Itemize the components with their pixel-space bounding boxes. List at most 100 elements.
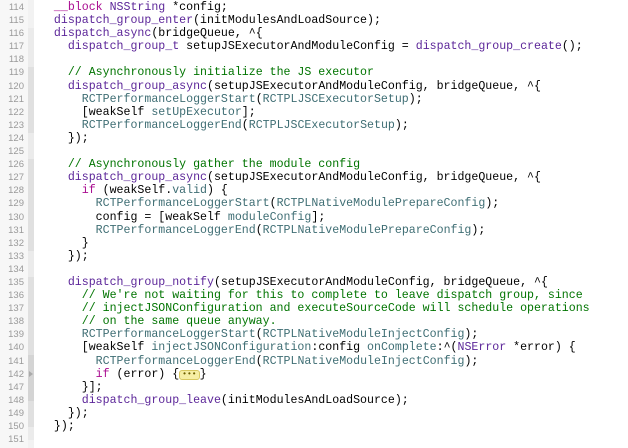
code-line[interactable]: 130 config = [weakSelf moduleConfig]; [0, 211, 628, 224]
code-token: :^( [436, 341, 458, 355]
code-line[interactable]: 131 RCTPerformanceLoggerEnd(RCTPLNativeM… [0, 224, 628, 237]
system-symbol-token: dispatch_group_create [415, 40, 562, 54]
project-symbol-token: RCTPLNativeModulePrepareConfig [276, 197, 486, 211]
code-line[interactable]: 118 [0, 53, 628, 66]
code-token: }); [40, 249, 89, 263]
code-text: RCTPerformanceLoggerStart(RCTPLNativeMod… [40, 328, 479, 342]
code-line[interactable]: 134 [0, 263, 628, 276]
code-token: ( [255, 223, 263, 237]
code-line[interactable]: 123 RCTPerformanceLoggerEnd(RCTPLJSCExec… [0, 119, 628, 132]
code-line[interactable]: 115 dispatch_group_enter(initModulesAndL… [0, 14, 628, 27]
unfold-arrow-icon[interactable] [29, 370, 33, 377]
line-number: 150 [8, 421, 24, 432]
code-line[interactable]: 141 RCTPerformanceLoggerEnd(RCTPLNativeM… [0, 355, 628, 368]
comment-token: // on the same queue anyway. [81, 315, 277, 329]
project-symbol-token: moduleConfig [227, 210, 312, 224]
project-symbol-token: setUpExecutor [151, 105, 242, 119]
line-number: 149 [8, 407, 24, 419]
code-line[interactable]: 128 if (weakSelf.valid) { [0, 184, 628, 197]
system-symbol-token: dispatch_group_t [67, 40, 180, 54]
line-number: 137 [8, 303, 24, 315]
line-number: 115 [8, 15, 24, 27]
code-line[interactable]: 114 __block NSString *config; [0, 1, 628, 14]
code-line[interactable]: 119 // Asynchronously initialize the JS … [0, 66, 628, 79]
line-number: 128 [8, 185, 24, 197]
project-symbol-token: RCTPLNativeModulePrepareConfig [262, 223, 472, 237]
code-line[interactable]: 120 dispatch_group_async(setupJSExecutor… [0, 80, 628, 93]
code-line[interactable]: 133 }); [0, 250, 628, 263]
code-line[interactable]: 142 if (error) {•••} [0, 368, 628, 381]
project-symbol-token: RCTPLNativeModuleInjectConfig [262, 328, 465, 342]
code-token: ]; [311, 210, 326, 224]
code-line[interactable]: 149 }); [0, 407, 628, 420]
code-line[interactable]: 147 }]; [0, 381, 628, 394]
system-symbol-token: NSString [109, 1, 166, 14]
code-line[interactable]: 136 // We're not waiting for this to com… [0, 289, 628, 302]
code-token: (setupJSExecutorAndModuleConfig, bridgeQ… [207, 79, 541, 93]
line-number: 114 [8, 2, 24, 13]
code-token: (setupJSExecutorAndModuleConfig, bridgeQ… [213, 275, 548, 289]
project-symbol-token: RCTPerformanceLoggerStart [95, 197, 270, 211]
code-line[interactable]: 117 dispatch_group_t setupJSExecutorAndM… [0, 40, 628, 53]
line-number: 134 [8, 263, 24, 275]
code-text: config = [weakSelf moduleConfig]; [40, 210, 326, 224]
code-line[interactable]: 116 dispatch_async(bridgeQueue, ^{ [0, 27, 628, 40]
code-line[interactable]: 138 // on the same queue anyway. [0, 315, 628, 328]
code-text: // Asynchronously initialize the JS exec… [40, 66, 374, 79]
system-symbol-token: dispatch_group_leave [81, 393, 221, 407]
code-line[interactable]: 139 RCTPerformanceLoggerStart(RCTPLNativ… [0, 328, 628, 341]
code-text: if (weakSelf.valid) { [40, 184, 228, 197]
project-symbol-token: RCTPerformanceLoggerStart [81, 328, 256, 342]
system-symbol-token: dispatch_group_enter [53, 14, 194, 28]
code-line[interactable]: 135 dispatch_group_notify(setupJSExecuto… [0, 276, 628, 289]
code-token: ]; [241, 105, 256, 119]
code-text: if (error) {•••} [40, 368, 207, 381]
system-symbol-token: dispatch_group_notify [67, 275, 214, 289]
code-line[interactable]: 140 [weakSelf injectJSONConfiguration:co… [0, 341, 628, 354]
line-number: 131 [8, 224, 24, 236]
code-token: (); [561, 40, 583, 54]
code-token: ) { [207, 184, 228, 198]
code-line[interactable]: 132 } [0, 237, 628, 250]
code-line[interactable]: 126 // Asynchronously gather the module … [0, 158, 628, 171]
line-number: 147 [8, 381, 24, 393]
code-line[interactable]: 124 }); [0, 132, 628, 145]
line-number: 124 [8, 132, 24, 144]
code-line[interactable]: 122 [weakSelf setUpExecutor]; [0, 106, 628, 119]
keyword-token: __block [53, 1, 103, 14]
code-line[interactable]: 151 [0, 433, 628, 446]
code-token: [weakSelf [40, 341, 152, 355]
code-token: (initModulesAndLoadSource); [220, 393, 409, 407]
code-text: [weakSelf injectJSONConfiguration:config… [40, 341, 576, 354]
system-symbol-token: dispatch_group_async [67, 79, 207, 93]
code-line[interactable]: 129 RCTPerformanceLoggerStart(RCTPLNativ… [0, 197, 628, 210]
line-number: 126 [8, 159, 24, 171]
code-token: *error) { [506, 341, 576, 355]
line-number: 136 [8, 290, 24, 302]
code-line[interactable]: 148 dispatch_group_leave(initModulesAndL… [0, 394, 628, 407]
code-line[interactable]: 150 }); [0, 420, 628, 433]
code-line[interactable]: 125 [0, 145, 628, 158]
line-number: 120 [8, 80, 24, 92]
comment-token: // We're not waiting for this to complet… [81, 289, 583, 303]
folded-code-placeholder[interactable]: ••• [179, 369, 200, 380]
code-text: }); [40, 407, 89, 420]
code-line[interactable]: 121 RCTPerformanceLoggerStart(RCTPLJSCEx… [0, 93, 628, 106]
code-text: }); [40, 132, 89, 145]
code-line[interactable]: 137 // injectJSONConfiguration and execu… [0, 302, 628, 315]
code-editor[interactable]: 114 __block NSString *config; 115 dispatc… [0, 1, 628, 446]
code-line[interactable]: 127 dispatch_group_async(setupJSExecutor… [0, 171, 628, 184]
